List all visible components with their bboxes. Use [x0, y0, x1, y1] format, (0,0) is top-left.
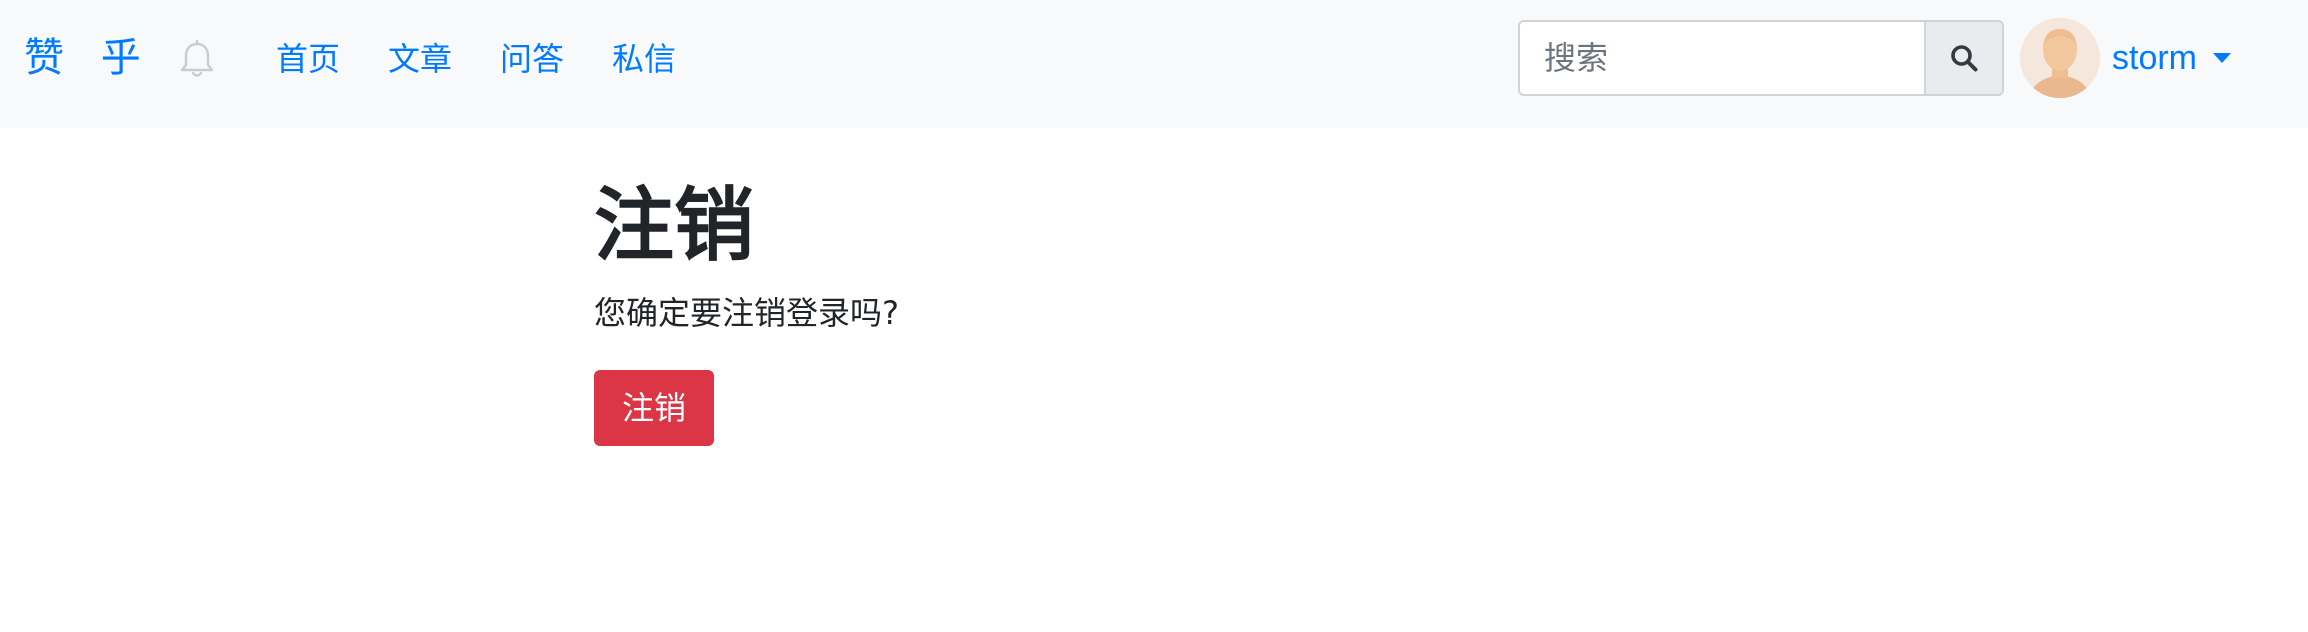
nav-links: 首页 文章 问答 私信 — [276, 34, 724, 84]
logout-button[interactable]: 注销 — [594, 370, 715, 446]
caret-down-icon[interactable] — [2213, 53, 2231, 63]
avatar-icon — [2020, 18, 2100, 98]
search-button[interactable] — [1924, 20, 2004, 96]
nav-link-questions[interactable]: 问答 — [500, 34, 564, 84]
main-content: 注销 您确定要注销登录吗? 注销 — [594, 176, 1794, 446]
page-title: 注销 — [594, 179, 754, 272]
nav-link-home[interactable]: 首页 — [276, 34, 340, 84]
brand-logo[interactable]: 赞 乎 — [24, 30, 153, 86]
navbar: 赞 乎 首页 文章 问答 私信 搜索 storm — [0, 0, 2308, 128]
nav-link-articles[interactable]: 文章 — [388, 34, 452, 84]
search-icon — [1951, 45, 1978, 72]
user-menu[interactable]: storm — [2020, 18, 2231, 98]
username[interactable]: storm — [2112, 39, 2197, 78]
avatar[interactable] — [2020, 18, 2100, 98]
search-input[interactable] — [1518, 20, 1924, 96]
bell-icon[interactable] — [178, 39, 216, 80]
confirm-message: 您确定要注销登录吗? — [594, 294, 899, 332]
search-group — [1518, 20, 2004, 96]
nav-link-messages[interactable]: 私信 — [612, 34, 676, 84]
